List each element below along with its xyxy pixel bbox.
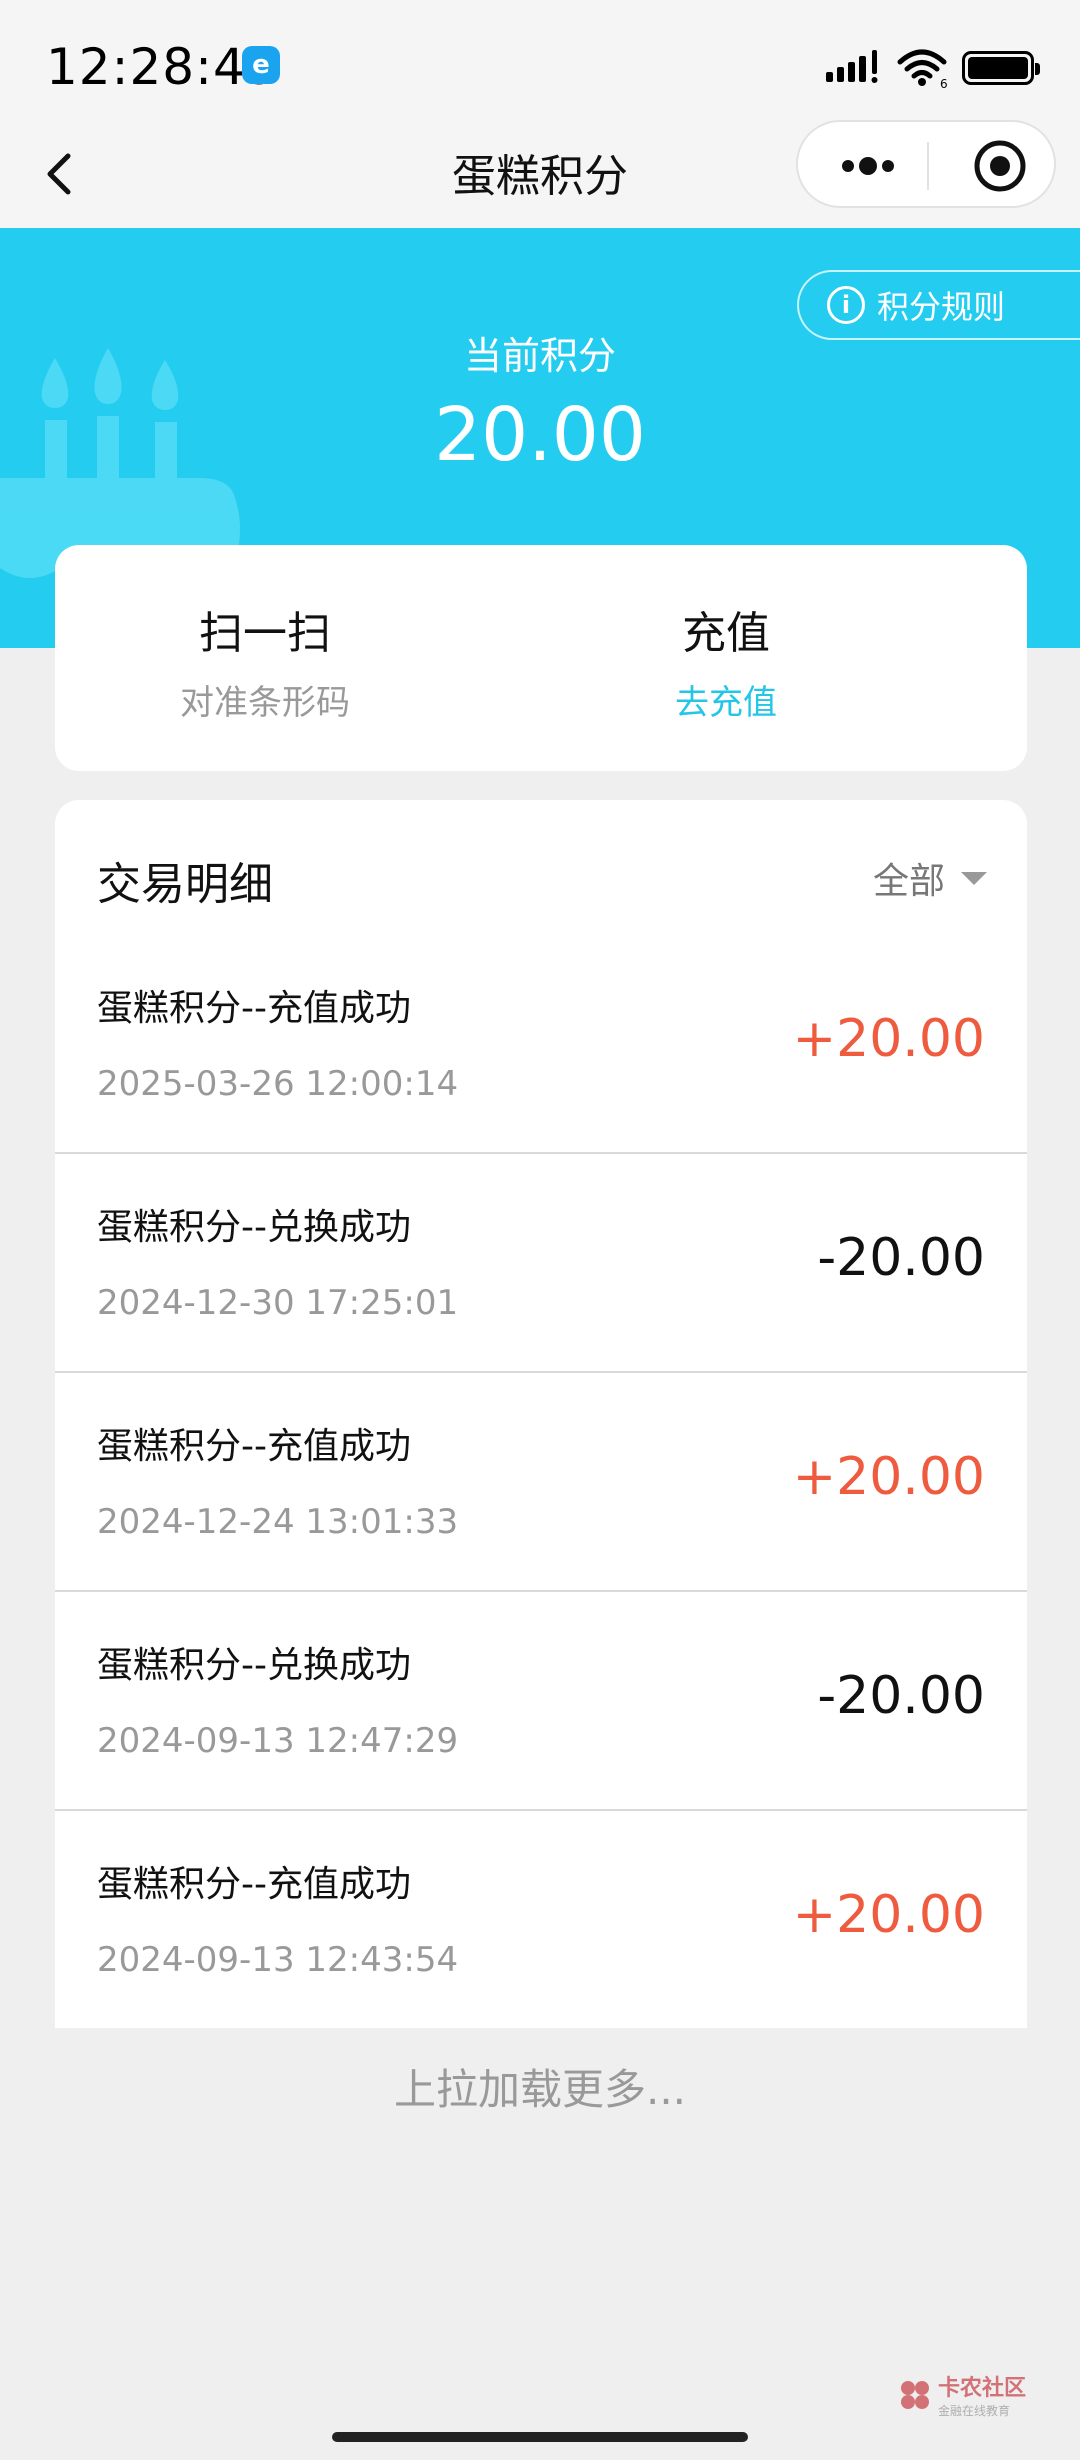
watermark-sub-text: 金融在线教育 [938,2404,1011,2418]
transaction-list: 蛋糕积分--充值成功 2025-03-26 12:00:14 +20.00 蛋糕… [55,935,1027,2028]
transaction-amount: -20.00 [817,1666,985,1726]
battery-level [968,57,1028,79]
transactions-title: 交易明细 [97,859,273,910]
filter-label: 全部 [872,861,945,902]
watermark-main-text: 卡农社区 [938,2376,1027,2401]
transaction-amount: +20.00 [792,1885,985,1945]
current-points-label: 当前积分 [463,334,616,378]
info-icon: i [827,286,865,324]
current-points-value: 20.00 [434,392,646,478]
transaction-time: 2024-12-30 17:25:01 [97,1283,459,1323]
wifi-icon: 6 [897,49,948,88]
scan-title: 扫一扫 [199,608,331,659]
transaction-row[interactable]: 蛋糕积分--兑换成功 2024-12-30 17:25:01 -20.00 [55,1154,1027,1373]
transactions-card: 交易明细 全部 蛋糕积分--充值成功 2025-03-26 12:00:14 +… [55,800,1027,2028]
points-rules-label: 积分规则 [877,288,1006,326]
chevron-down-icon [961,871,987,885]
action-card: 扫一扫 对准条形码 充值 去充值 [55,545,1027,771]
transaction-name: 蛋糕积分--兑换成功 [97,1645,411,1686]
transaction-name: 蛋糕积分--充值成功 [97,988,411,1029]
transaction-name: 蛋糕积分--充值成功 [97,1864,411,1905]
transaction-row[interactable]: 蛋糕积分--充值成功 2025-03-26 12:00:14 +20.00 [55,935,1027,1154]
mini-app-badge-icon: e [242,46,280,84]
more-button[interactable] [828,141,908,191]
nav-bar: 蛋糕积分 [0,120,1080,228]
transaction-row[interactable]: 蛋糕积分--充值成功 2024-09-13 12:43:54 +20.00 [55,1811,1027,2028]
recharge-action[interactable]: 充值 去充值 [541,545,911,771]
recharge-title: 充值 [682,608,770,659]
transaction-row[interactable]: 蛋糕积分--充值成功 2024-12-24 13:01:33 +20.00 [55,1373,1027,1592]
close-mini-program-button[interactable] [972,138,1028,194]
home-indicator[interactable] [332,2432,748,2442]
recharge-link[interactable]: 去充值 [541,675,911,724]
capsule-divider [927,142,929,190]
mini-program-capsule [796,120,1056,208]
more-icon [842,157,894,175]
scan-subtitle: 对准条形码 [180,683,350,723]
svg-text:6: 6 [940,77,948,88]
transaction-name: 蛋糕积分--充值成功 [97,1426,411,1467]
transaction-amount: +20.00 [792,1447,985,1507]
transaction-row[interactable]: 蛋糕积分--兑换成功 2024-09-13 12:47:29 -20.00 [55,1592,1027,1811]
battery-icon [962,51,1040,85]
transaction-name: 蛋糕积分--兑换成功 [97,1207,411,1248]
transaction-time: 2024-09-13 12:43:54 [97,1940,459,1980]
load-more-hint: 上拉加载更多... [393,2065,687,2114]
signal-icon [826,50,878,83]
close-icon [974,140,1026,192]
scan-action[interactable]: 扫一扫 对准条形码 [55,545,475,771]
transaction-amount: +20.00 [792,1009,985,1069]
transaction-amount: -20.00 [817,1228,985,1288]
watermark: 卡农社区 金融在线教育 [898,2370,1026,2419]
transaction-filter-dropdown[interactable]: 全部 [873,852,987,904]
system-icons: 6 [826,48,1040,88]
status-bar: 12:28:49 e 6 [0,0,1080,120]
watermark-logo-icon [901,2380,929,2409]
transaction-time: 2024-09-13 12:47:29 [97,1721,459,1761]
transaction-time: 2025-03-26 12:00:14 [97,1064,459,1104]
transaction-time: 2024-12-24 13:01:33 [97,1502,459,1542]
